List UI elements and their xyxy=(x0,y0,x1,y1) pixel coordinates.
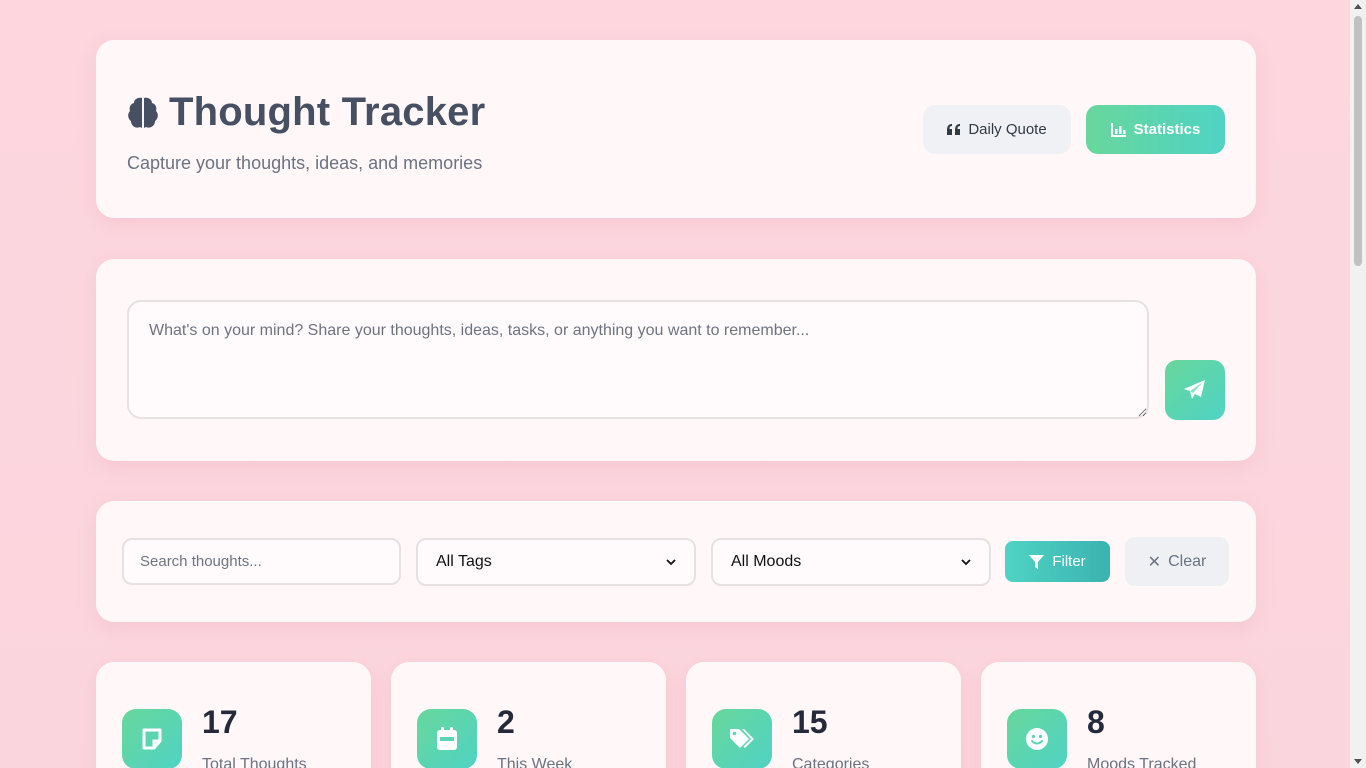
stat-card-moods-tracked: 8 Moods Tracked xyxy=(981,662,1256,768)
statistics-label: Statistics xyxy=(1133,121,1201,138)
header-card: Thought Tracker Capture your thoughts, i… xyxy=(96,40,1256,218)
moods-select[interactable]: All Moods xyxy=(711,538,991,586)
send-button[interactable] xyxy=(1165,360,1225,420)
title-row: Thought Tracker xyxy=(127,90,485,135)
calendar-icon xyxy=(417,709,477,768)
stat-value: 8 xyxy=(1087,704,1105,740)
compose-card xyxy=(96,259,1256,461)
page: Thought Tracker Capture your thoughts, i… xyxy=(0,0,1350,768)
filters-card: All Tags All Moods Filter ✕ Clear xyxy=(96,501,1256,622)
stat-card-this-week: 2 This Week xyxy=(391,662,666,768)
tags-select[interactable]: All Tags xyxy=(416,538,696,586)
stat-value: 15 xyxy=(792,704,828,740)
scroll-up-arrow-icon[interactable] xyxy=(1354,4,1362,9)
filter-button[interactable]: Filter xyxy=(1005,541,1110,582)
statistics-button[interactable]: Statistics xyxy=(1086,105,1225,154)
tags-icon xyxy=(712,709,772,768)
scroll-down-arrow-icon[interactable] xyxy=(1354,759,1362,764)
stat-label: Categories xyxy=(792,756,870,768)
page-subtitle: Capture your thoughts, ideas, and memori… xyxy=(127,153,483,173)
tags-select-value: All Tags xyxy=(436,553,492,570)
stat-value: 2 xyxy=(497,704,515,740)
paper-plane-icon xyxy=(1184,380,1205,399)
page-scrollbar[interactable] xyxy=(1350,0,1366,768)
search-input[interactable] xyxy=(122,538,401,585)
brain-icon xyxy=(128,97,158,128)
funnel-icon xyxy=(1029,554,1045,569)
daily-quote-label: Daily Quote xyxy=(968,121,1047,138)
stat-label: Moods Tracked xyxy=(1087,756,1197,768)
chevron-down-icon xyxy=(961,558,971,565)
sticky-note-icon xyxy=(122,709,182,768)
moods-select-value: All Moods xyxy=(731,553,802,570)
quote-icon xyxy=(947,124,961,135)
daily-quote-button[interactable]: Daily Quote xyxy=(923,105,1071,154)
chevron-down-icon xyxy=(666,558,676,565)
filter-label: Filter xyxy=(1052,553,1086,570)
stat-label: This Week xyxy=(497,756,573,768)
stat-value: 17 xyxy=(202,704,238,740)
stat-label: Total Thoughts xyxy=(202,756,307,768)
page-title: Thought Tracker xyxy=(169,90,486,134)
thought-input[interactable] xyxy=(127,300,1149,419)
chart-icon xyxy=(1110,122,1126,137)
scrollbar-thumb[interactable] xyxy=(1354,16,1362,266)
stat-card-categories: 15 Categories xyxy=(686,662,961,768)
clear-button[interactable]: ✕ Clear xyxy=(1125,537,1229,586)
clear-label: Clear xyxy=(1168,552,1207,570)
close-icon: ✕ xyxy=(1147,553,1162,571)
smile-icon xyxy=(1007,709,1067,768)
stat-card-total-thoughts: 17 Total Thoughts xyxy=(96,662,371,768)
